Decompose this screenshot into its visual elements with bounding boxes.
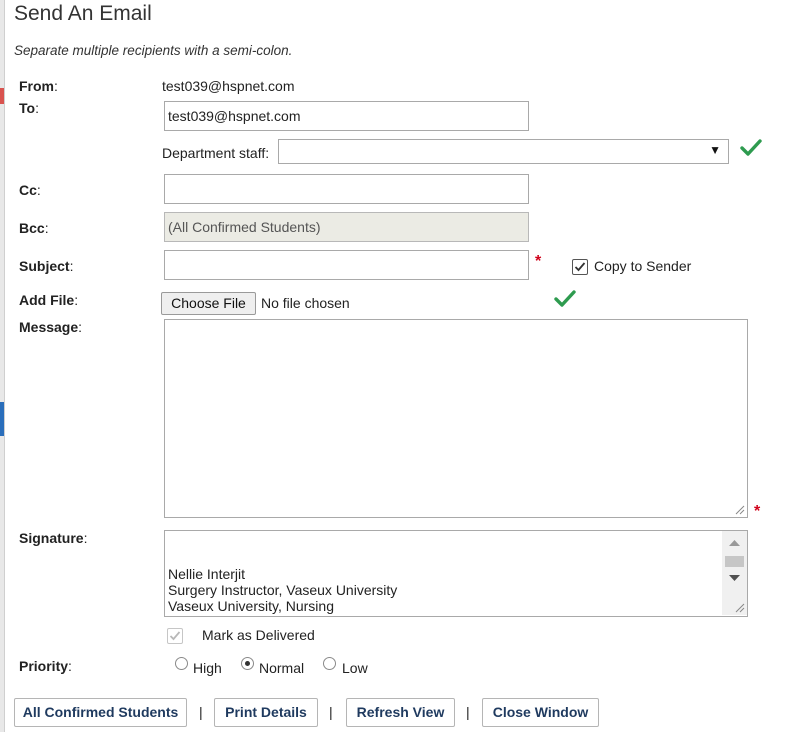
priority-high-label: High: [193, 660, 222, 676]
mark-delivered-checkbox: [167, 628, 183, 644]
subject-input[interactable]: [164, 250, 529, 280]
message-textarea[interactable]: [164, 319, 748, 518]
checkmark-icon: [554, 290, 576, 307]
chevron-down-icon: ▼: [709, 143, 721, 157]
button-separator: |: [199, 704, 203, 720]
signature-line: Surgery Instructor, Vaseux University: [168, 582, 398, 598]
department-staff-label: Department staff:: [162, 145, 270, 161]
close-window-button[interactable]: Close Window: [482, 698, 599, 727]
message-label: Message:: [19, 319, 83, 335]
to-input[interactable]: [164, 101, 529, 131]
cc-label: Cc:: [19, 182, 41, 198]
signature-line: Vaseux University, Nursing: [168, 598, 334, 614]
background-window-edge: [0, 0, 5, 732]
checkmark-icon: [740, 139, 762, 156]
cc-input[interactable]: [164, 174, 529, 204]
signature-line: Nellie Interjit: [168, 566, 246, 582]
priority-low-label: Low: [342, 660, 368, 676]
resize-grip-icon[interactable]: [734, 504, 745, 515]
file-status: No file chosen: [261, 295, 350, 311]
recipient-instruction: Separate multiple recipients with a semi…: [14, 43, 293, 58]
message-required-marker: *: [754, 503, 761, 520]
button-separator: |: [329, 704, 333, 720]
page-title: Send An Email: [14, 2, 152, 25]
choose-file-button[interactable]: Choose File: [161, 292, 256, 315]
copy-to-sender-checkbox[interactable]: [572, 259, 588, 275]
checkbox-check-icon: [169, 631, 181, 641]
bcc-label: Bcc:: [19, 220, 49, 236]
button-separator: |: [466, 704, 470, 720]
subject-label: Subject:: [19, 258, 74, 274]
scroll-up-icon[interactable]: [728, 538, 741, 547]
priority-high-radio[interactable]: [175, 657, 188, 670]
background-window-edge-accent: [0, 88, 4, 104]
subject-required-marker: *: [535, 253, 542, 270]
from-value: test039@hspnet.com: [162, 78, 295, 94]
print-details-button[interactable]: Print Details: [214, 698, 318, 727]
signature-text: Nellie Interjit Surgery Instructor, Vase…: [168, 566, 397, 614]
all-confirmed-students-button[interactable]: All Confirmed Students: [14, 698, 187, 727]
scrollbar-thumb[interactable]: [725, 556, 744, 567]
mark-delivered-label: Mark as Delivered: [202, 627, 315, 643]
priority-label: Priority:: [19, 658, 72, 674]
priority-low-radio[interactable]: [323, 657, 336, 670]
department-staff-select[interactable]: ▼: [278, 139, 729, 164]
priority-normal-radio[interactable]: [241, 657, 254, 670]
signature-label: Signature:: [19, 530, 88, 546]
background-window-edge-highlight: [0, 402, 4, 436]
resize-grip-icon[interactable]: [734, 602, 745, 613]
bcc-input: [164, 212, 529, 242]
signature-scrollbar[interactable]: [722, 531, 747, 615]
copy-to-sender-label: Copy to Sender: [594, 258, 692, 274]
refresh-view-button[interactable]: Refresh View: [346, 698, 455, 727]
from-label: From:: [19, 78, 58, 94]
scroll-down-icon[interactable]: [728, 574, 741, 583]
checkbox-check-icon: [574, 262, 586, 272]
add-file-label: Add File:: [19, 292, 79, 308]
to-label: To:: [19, 100, 39, 116]
priority-normal-label: Normal: [259, 660, 305, 676]
